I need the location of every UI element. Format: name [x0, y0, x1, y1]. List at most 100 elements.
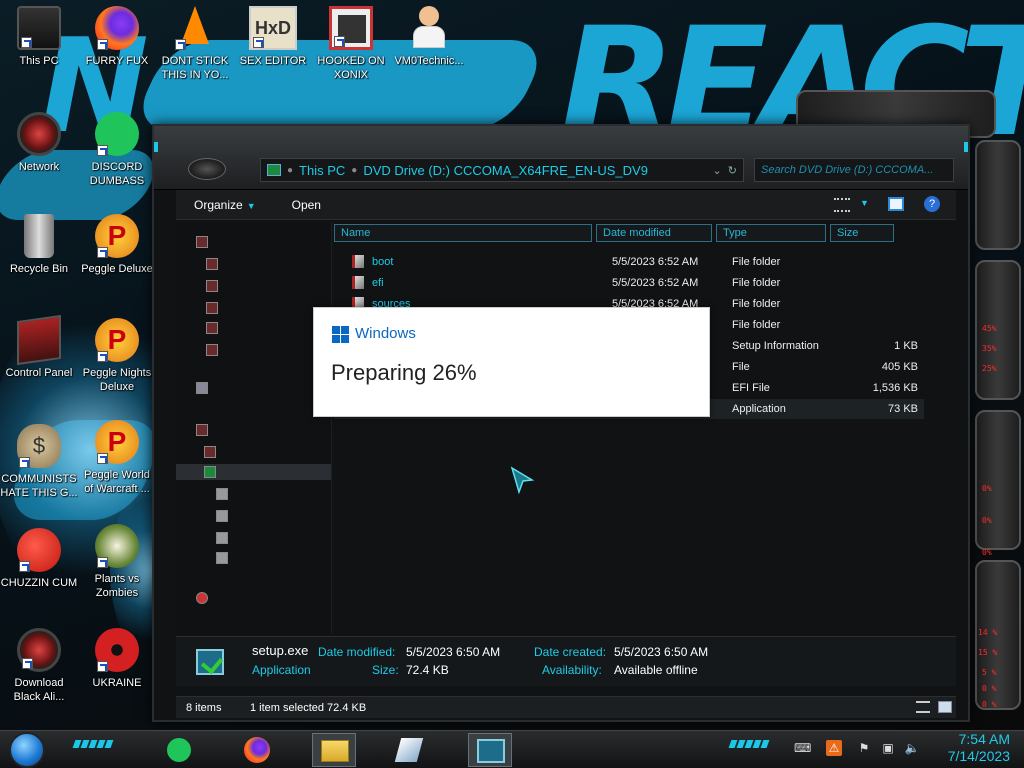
file-name: boot [372, 256, 394, 268]
detail-filetype: Application [252, 663, 311, 677]
back-forward-button[interactable] [188, 158, 226, 180]
view-options-icon[interactable] [834, 198, 850, 212]
desktop-icon-peggle-deluxe[interactable]: P Peggle Deluxe [78, 214, 156, 276]
radiation-icon [95, 628, 139, 672]
updater-icon[interactable]: ⚠ [826, 740, 842, 756]
desktop-icon-communists[interactable]: $ COMMUNISTS HATE THIS G... [0, 424, 78, 500]
desktop-icon-ukraine[interactable]: UKRAINE [78, 628, 156, 690]
nav-item[interactable] [206, 342, 224, 358]
desktop-icon-network[interactable]: Network [0, 112, 78, 174]
desktop-icon-label: Peggle Deluxe [81, 263, 153, 275]
alienware-icon [17, 628, 61, 672]
address-bar[interactable]: ● This PC ● DVD Drive (D:) CCCOMA_X64FRE… [260, 158, 744, 182]
windows-logo-icon [332, 326, 349, 343]
nav-item[interactable] [216, 530, 234, 546]
breadcrumb-this-pc[interactable]: This PC [299, 163, 345, 178]
organize-button[interactable]: Organize ▼ [176, 198, 274, 212]
nav-item[interactable] [196, 422, 214, 438]
desktop-icon-recycle-bin[interactable]: Recycle Bin [0, 214, 78, 276]
nav-item[interactable] [206, 300, 224, 316]
nav-item[interactable] [216, 508, 234, 524]
frame-decor [975, 140, 1021, 250]
network-icon[interactable]: ▣ [880, 740, 896, 756]
column-header-date[interactable]: Date modified [596, 224, 712, 242]
nav-item[interactable] [196, 380, 214, 396]
file-row[interactable]: boot 5/5/2023 6:52 AM File folder [334, 252, 924, 272]
volume-icon[interactable]: 🔈 [904, 740, 920, 756]
file-type: File [732, 361, 750, 373]
nav-item[interactable] [216, 486, 234, 502]
taskbar-notepad[interactable] [388, 733, 432, 767]
desktop-icon-label: Control Panel [5, 367, 73, 379]
desktop-icon-control-panel[interactable]: Control Panel [0, 314, 78, 380]
desktop-icon-chuzzin[interactable]: CHUZZIN CUM [0, 528, 78, 590]
preview-pane-icon[interactable] [888, 197, 904, 211]
search-input[interactable]: Search DVD Drive (D:) CCCOMA... [754, 158, 954, 182]
keyboard-icon[interactable]: ⌨ [794, 740, 811, 756]
chevron-right-icon[interactable]: ● [287, 165, 293, 176]
desktop-icon-discord[interactable]: DISCORD DUMBASS [78, 112, 156, 188]
desktop-icon-furry-fux[interactable]: FURRY FUX [78, 6, 156, 68]
nav-item[interactable] [206, 320, 224, 336]
nav-item[interactable] [196, 234, 214, 250]
desktop-icon-label: Peggle World of Warcraft ... [84, 469, 150, 495]
file-explorer-window[interactable]: ● This PC ● DVD Drive (D:) CCCOMA_X64FRE… [152, 124, 970, 722]
detail-filename: setup.exe [252, 643, 309, 658]
desktop-icon-label: DONT STICK THIS IN YO... [161, 55, 229, 81]
nav-item[interactable] [206, 278, 224, 294]
open-button[interactable]: Open [274, 198, 339, 212]
start-button[interactable] [9, 732, 45, 768]
taskbar-setup[interactable] [468, 733, 512, 767]
file-list[interactable]: Name Date modified Type Size boot 5/5/20… [334, 222, 958, 634]
control-panel-icon [17, 314, 61, 366]
help-icon[interactable]: ? [924, 196, 940, 212]
taskbar: ⌨ ⚠ ⚑ ▣ 🔈 7:54 AM 7/14/2023 [0, 730, 1024, 768]
flag-icon[interactable]: ⚑ [856, 740, 872, 756]
column-header-size[interactable]: Size [830, 224, 894, 242]
clock[interactable]: 7:54 AM 7/14/2023 [948, 731, 1010, 765]
desktop-icon-label: Plants vs Zombies [94, 573, 140, 599]
nav-item-network[interactable] [196, 590, 214, 606]
nav-item[interactable] [204, 444, 222, 460]
nav-item-dvd-drive[interactable] [176, 464, 331, 480]
nav-item[interactable] [206, 256, 224, 272]
file-date: 5/5/2023 6:52 AM [612, 256, 699, 268]
column-header-name[interactable]: Name [334, 224, 592, 242]
refresh-icon[interactable]: ⌄ ↻ [712, 164, 737, 177]
taskbar-chat-app[interactable] [158, 733, 202, 767]
folder-icon [321, 740, 349, 762]
desktop-icon-xonix[interactable]: HOOKED ON XONIX [312, 6, 390, 82]
details-view-icon[interactable] [916, 701, 930, 713]
recycle-bin-icon [24, 214, 54, 258]
desktop-icon-download[interactable]: Download Black Ali... [0, 628, 78, 704]
desktop-icon-peggle-nights[interactable]: P Peggle Nights Deluxe [78, 318, 156, 394]
large-icons-view-icon[interactable] [938, 701, 952, 713]
file-row[interactable]: efi 5/5/2023 6:52 AM File folder [334, 273, 924, 293]
file-size: 405 KB [881, 361, 918, 373]
taskbar-file-explorer[interactable] [312, 733, 356, 767]
frame-label: 5 % [982, 668, 997, 677]
frame-label: 0 % [982, 700, 997, 709]
chevron-right-icon[interactable]: ● [351, 165, 357, 176]
taskbar-firefox[interactable] [236, 733, 280, 767]
nav-item[interactable] [216, 550, 234, 566]
selection-info: 1 item selected 72.4 KB [250, 702, 367, 714]
breadcrumb-dvd-drive[interactable]: DVD Drive (D:) CCCOMA_X64FRE_EN-US_DV9 [363, 163, 648, 178]
desktop-icon-vm0[interactable]: VM0Technic... [390, 6, 468, 68]
desktop-icon-label: COMMUNISTS HATE THIS G... [0, 473, 78, 499]
desktop-icon-peggle-wow[interactable]: P Peggle World of Warcraft ... [78, 420, 156, 496]
column-header-type[interactable]: Type [716, 224, 826, 242]
desktop-icon-label: This PC [19, 55, 59, 67]
desktop-icon-this-pc[interactable]: This PC [0, 6, 78, 68]
computer-icon [17, 6, 61, 50]
taskbar-decor [728, 740, 770, 748]
chevron-down-icon[interactable]: ▼ [860, 198, 869, 208]
file-size: 1 KB [894, 340, 918, 352]
desktop-icon-pvz[interactable]: Plants vs Zombies [78, 524, 156, 600]
desktop-icon-dont-stick[interactable]: DONT STICK THIS IN YO... [156, 6, 234, 82]
money-bag-icon: $ [17, 424, 61, 468]
peggle-icon: P [95, 214, 139, 258]
file-type: File folder [732, 256, 781, 268]
navigation-pane[interactable] [176, 222, 332, 634]
desktop-icon-sex-editor[interactable]: HxD SEX EDITOR [234, 6, 312, 68]
